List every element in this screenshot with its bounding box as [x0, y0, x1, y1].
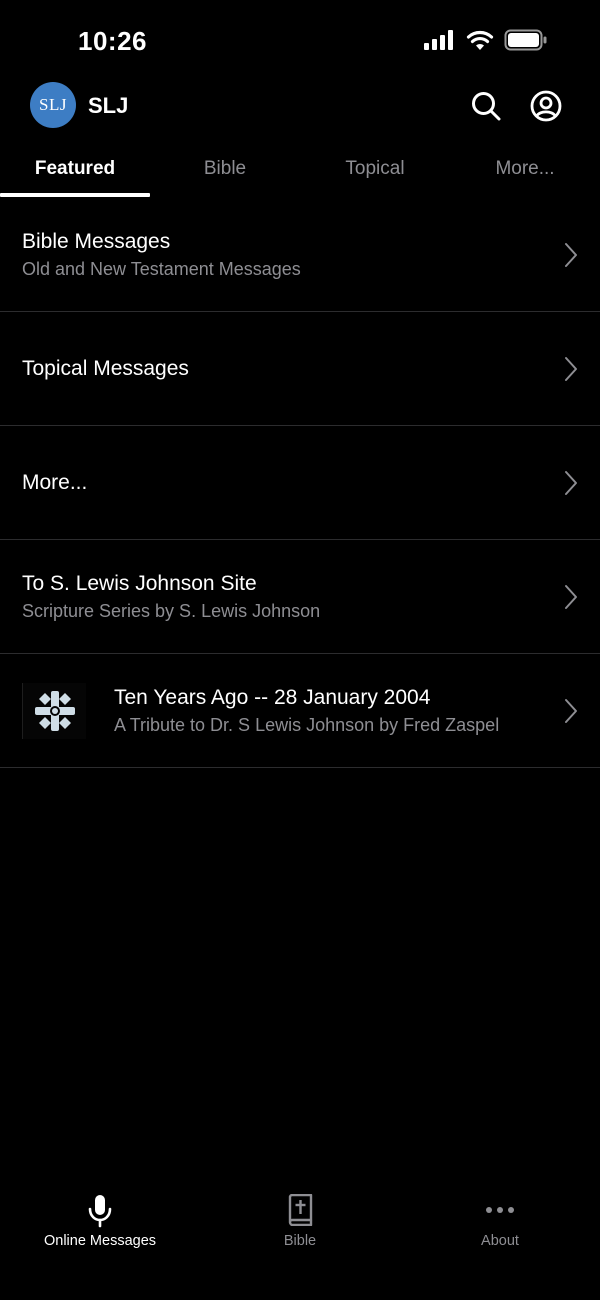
tab-bible[interactable]: Bible: [150, 150, 300, 198]
chevron-right-icon: [565, 470, 577, 495]
list-item-text: Bible Messages Old and New Testament Mes…: [22, 228, 301, 282]
cellular-signal-icon: [424, 30, 453, 50]
list-item-text: To S. Lewis Johnson Site Scripture Serie…: [22, 570, 320, 624]
chevron-right-icon: [565, 584, 577, 609]
wifi-icon: [466, 30, 494, 50]
avatar[interactable]: SLJ: [30, 82, 76, 128]
status-icons: [424, 29, 548, 51]
cross-emblem-icon: [34, 690, 75, 731]
list-item-text: More...: [22, 469, 87, 497]
list-item-text: Topical Messages: [22, 355, 189, 383]
account-icon: [530, 90, 562, 122]
tab-more[interactable]: More...: [450, 150, 600, 198]
list-item-subtitle: A Tribute to Dr. S Lewis Johnson by Fred…: [114, 714, 500, 735]
microphone-icon: [88, 1195, 112, 1228]
account-button[interactable]: [530, 90, 562, 122]
bottom-tab-label: Bible: [283, 1233, 317, 1249]
bottom-tab-bar: Online Messages Bible About: [0, 1180, 600, 1300]
search-button[interactable]: [470, 90, 502, 122]
list-item-title: More...: [22, 470, 88, 494]
category-tabs: Featured Bible Topical More...: [0, 150, 600, 198]
list-item-topical-messages[interactable]: Topical Messages: [0, 312, 600, 426]
battery-icon: [504, 29, 547, 51]
app-header: SLJ SLJ: [0, 82, 600, 130]
list-item-text: Ten Years Ago -- 28 January 2004 A Tribu…: [114, 684, 499, 738]
app-screen: 10:26 SLJ SLJ Featured Bible Topical Mor…: [0, 0, 600, 1300]
chevron-right-icon: [565, 242, 577, 267]
chevron-right-icon: [565, 356, 577, 381]
search-icon: [472, 92, 501, 121]
list-item-bible-messages[interactable]: Bible Messages Old and New Testament Mes…: [0, 198, 600, 312]
featured-list: Bible Messages Old and New Testament Mes…: [0, 198, 600, 768]
list-item-title: Bible Messages: [22, 229, 171, 253]
status-time: 10:26: [78, 26, 147, 56]
list-item-title: Topical Messages: [22, 356, 189, 380]
app-title: SLJ: [88, 93, 129, 118]
chevron-right-icon: [565, 698, 577, 723]
bottom-tab-about[interactable]: About: [400, 1180, 600, 1300]
list-item-thumbnail: [22, 682, 86, 739]
list-item-subtitle: Old and New Testament Messages: [22, 258, 301, 279]
tab-topical[interactable]: Topical: [300, 150, 450, 198]
list-item-title: Ten Years Ago -- 28 January 2004: [114, 685, 431, 709]
status-bar: 10:26: [0, 0, 600, 80]
bottom-tab-label: Online Messages: [43, 1233, 157, 1249]
list-item-title: To S. Lewis Johnson Site: [22, 571, 257, 595]
list-item-ten-years-ago[interactable]: Ten Years Ago -- 28 January 2004 A Tribu…: [0, 654, 600, 768]
list-item-more[interactable]: More...: [0, 426, 600, 540]
list-item-slj-site[interactable]: To S. Lewis Johnson Site Scripture Serie…: [0, 540, 600, 654]
more-dots-icon: [486, 1207, 514, 1213]
bible-icon: [288, 1194, 313, 1226]
tab-featured[interactable]: Featured: [0, 150, 150, 198]
bottom-tab-online-messages[interactable]: Online Messages: [0, 1180, 200, 1300]
bottom-tab-bible[interactable]: Bible: [200, 1180, 400, 1300]
bottom-tab-label: About: [481, 1233, 519, 1249]
list-item-subtitle: Scripture Series by S. Lewis Johnson: [22, 600, 321, 621]
